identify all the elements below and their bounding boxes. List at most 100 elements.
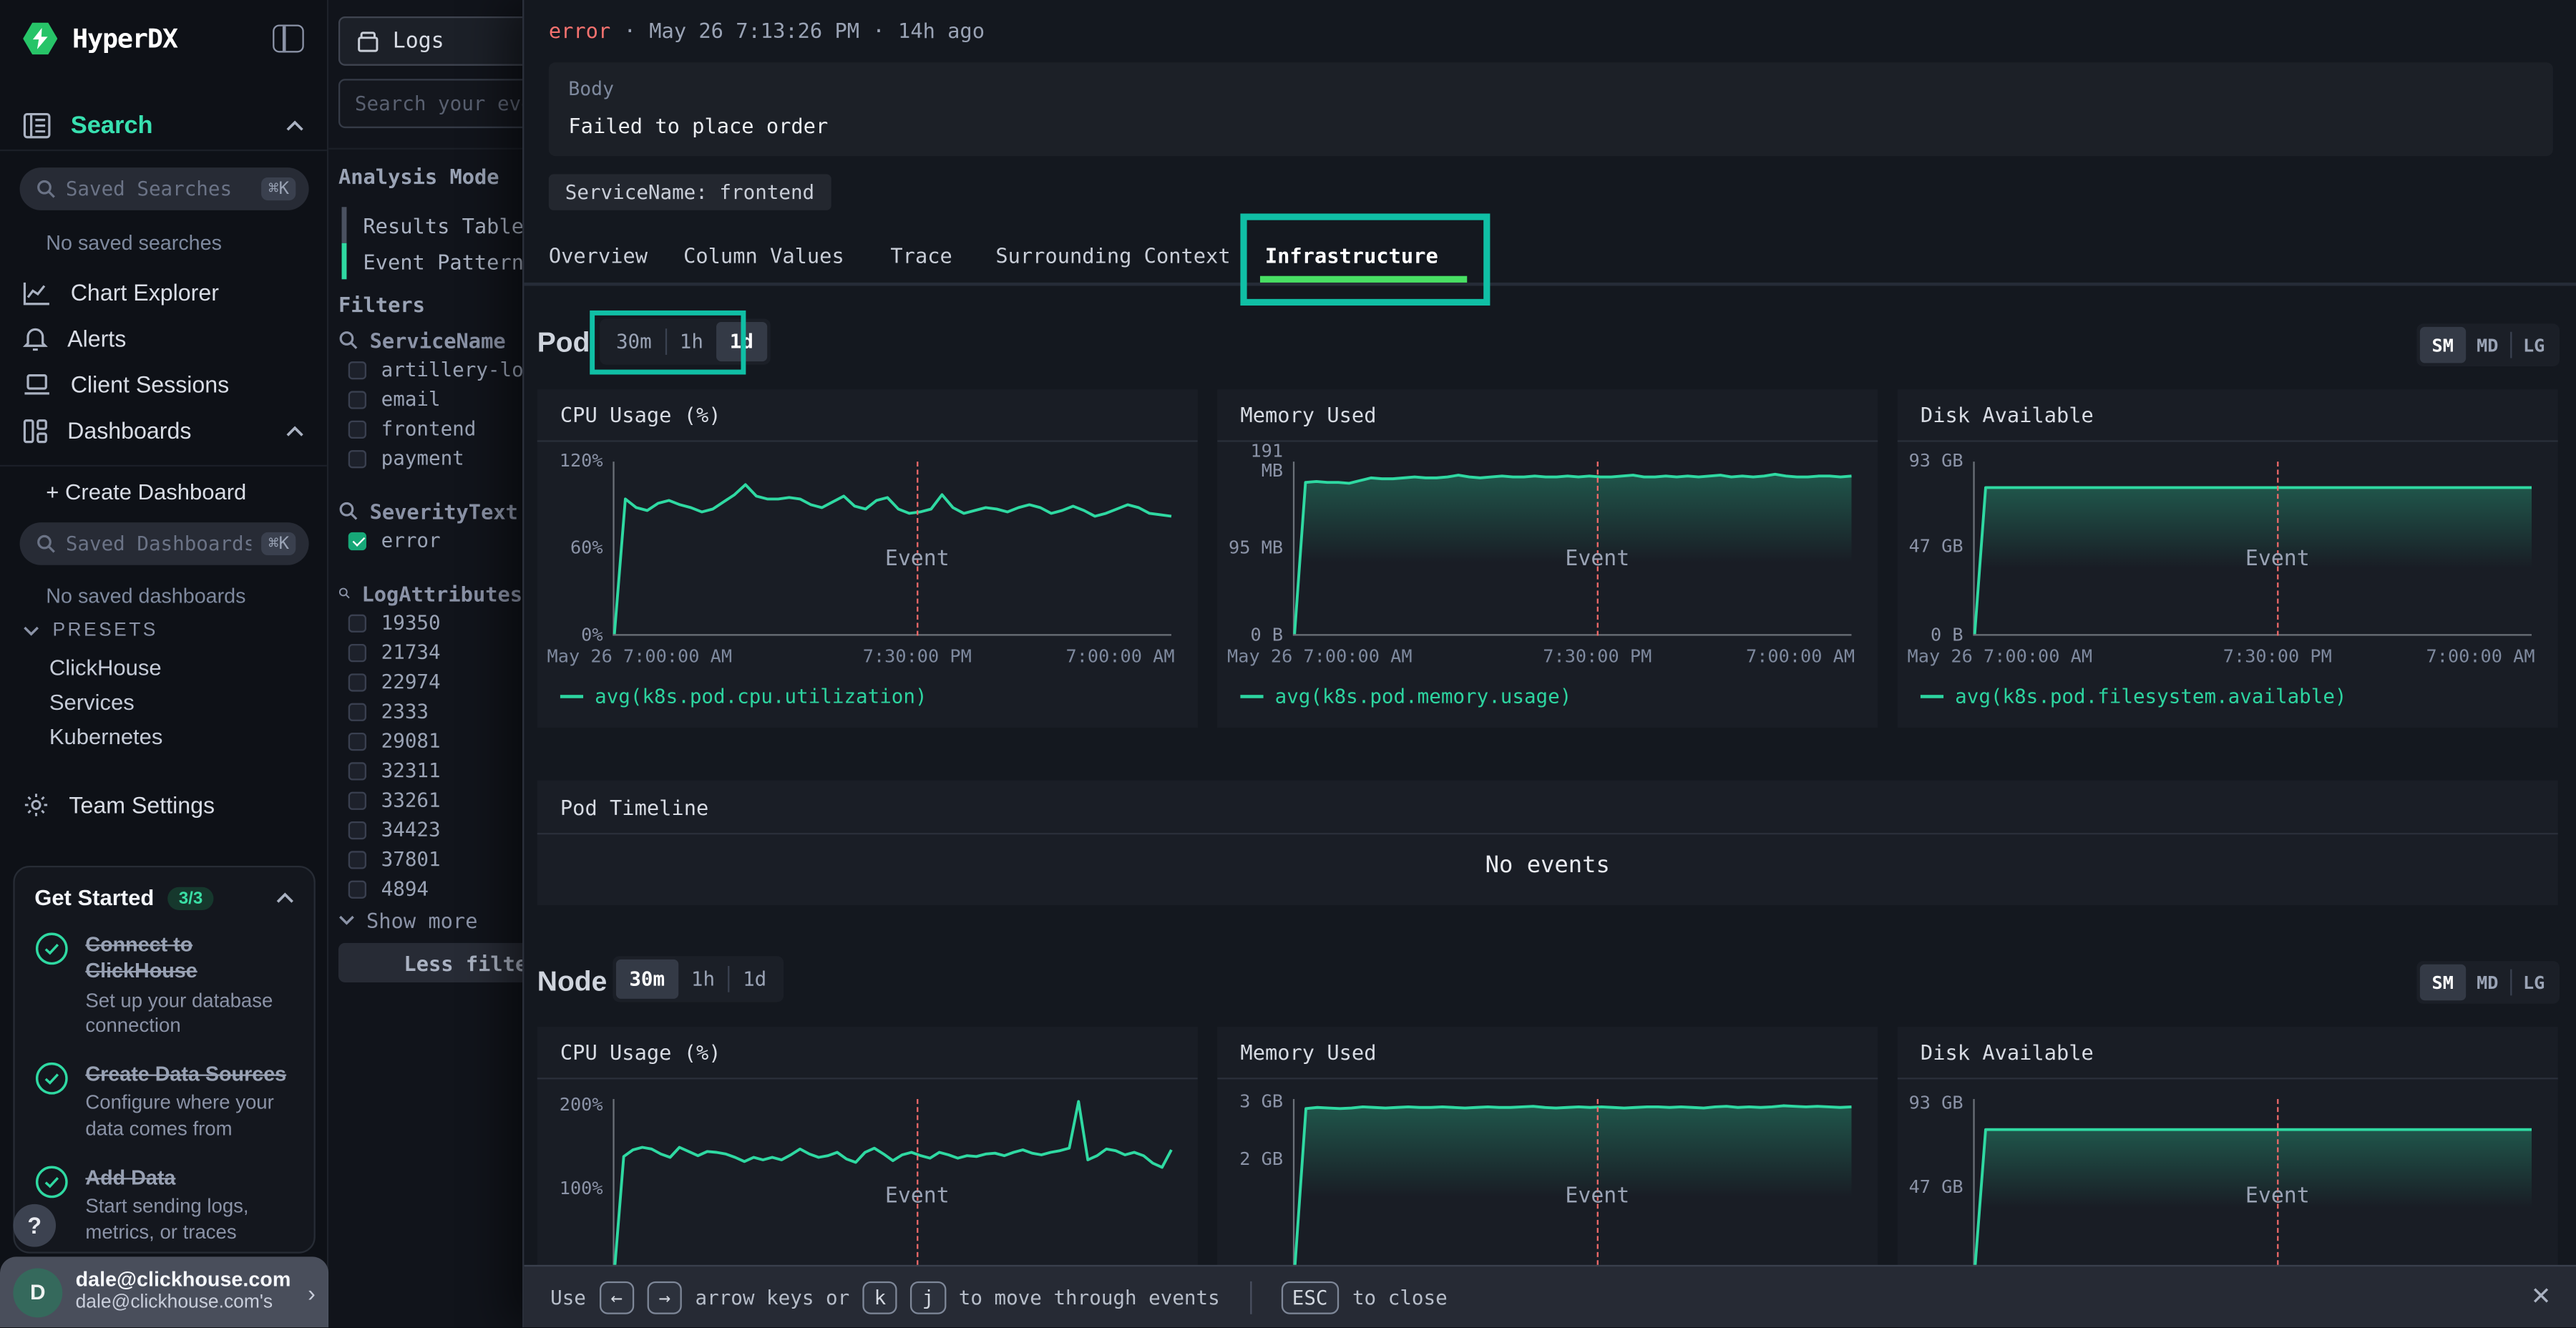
collapse-sidebar-icon[interactable] (273, 24, 304, 52)
mode-results-table[interactable]: Results Table (342, 207, 523, 243)
sidebar-item-chart-explorer[interactable]: Chart Explorer (0, 270, 327, 316)
filter-option-label: 37801 (381, 848, 441, 871)
checkbox[interactable] (348, 614, 366, 632)
size-lg[interactable]: LG (2512, 965, 2557, 1001)
filter-option-frontend[interactable]: frontend (338, 414, 522, 444)
left-arrow-key[interactable]: ← (599, 1281, 634, 1314)
size-sm-active[interactable]: SM (2420, 327, 2465, 363)
node-section-title: Node (537, 966, 608, 999)
y-axis-tick: 95 MB (1217, 540, 1283, 560)
filter-option-22974[interactable]: 22974 (338, 667, 522, 696)
preset-services[interactable]: Services (49, 690, 135, 714)
checkbox-checked[interactable] (348, 532, 366, 550)
range-30m-active[interactable]: 30m (616, 960, 678, 999)
filter-option-34423[interactable]: 34423 (338, 815, 522, 844)
sidebar-item-team-settings[interactable]: Team Settings (23, 792, 215, 819)
x-axis-tick: May 26 7:00:00 AM (547, 645, 733, 667)
hint-text: Use (550, 1286, 586, 1309)
filter-group-logattributes[interactable]: LogAttributes (338, 578, 522, 607)
tab-overview[interactable]: Overview (549, 243, 648, 268)
size-sm-active[interactable]: SM (2420, 965, 2465, 1001)
filter-option-2333[interactable]: 2333 (338, 696, 522, 726)
tab-trace[interactable]: Trace (890, 243, 952, 268)
filter-option-32311[interactable]: 32311 (338, 756, 522, 785)
saved-dashboards-input[interactable]: Saved Dashboards ⌘K (20, 522, 309, 565)
j-key[interactable]: j (911, 1281, 946, 1314)
k-key[interactable]: k (863, 1281, 898, 1314)
event-marker-label: Event (2245, 547, 2310, 572)
y-axis-tick: 93 GB (1898, 1095, 1963, 1115)
event-body-card[interactable]: Body Failed to place order (549, 62, 2553, 156)
check-circle-icon (34, 1165, 69, 1199)
mode-event-patterns[interactable]: Event Patterns (342, 243, 523, 280)
close-icon[interactable]: ✕ (2531, 1281, 2552, 1311)
node-chart-size-toggle: SM MD LG (2417, 961, 2560, 1004)
check-circle-icon (34, 1062, 69, 1096)
filter-option-33261[interactable]: 33261 (338, 785, 522, 814)
filter-option-19350[interactable]: 19350 (338, 607, 522, 637)
get-started-step[interactable]: Connect to ClickHouse Set up your databa… (34, 932, 294, 1040)
size-lg[interactable]: LG (2512, 327, 2557, 363)
chart-legend[interactable]: avg(k8s.pod.memory.usage) (1240, 685, 1571, 708)
filter-option-artillery-loa[interactable]: artillery-loa (338, 355, 522, 384)
filter-group-severitytext[interactable]: SeverityText (338, 496, 522, 525)
tab-surrounding-context[interactable]: Surrounding Context (995, 243, 1230, 268)
presets-section-toggle[interactable]: PRESETS (23, 621, 158, 641)
checkbox[interactable] (348, 643, 366, 661)
checkbox[interactable] (348, 449, 366, 467)
sidebar-item-client-sessions[interactable]: Client Sessions (0, 361, 327, 407)
right-arrow-key[interactable]: → (647, 1281, 682, 1314)
chart-legend[interactable]: avg(k8s.pod.filesystem.available) (1921, 685, 2347, 708)
checkbox[interactable] (348, 420, 366, 438)
sidebar-item-search[interactable]: Search (0, 102, 327, 151)
checkbox[interactable] (348, 361, 366, 379)
filter-option-29081[interactable]: 29081 (338, 726, 522, 756)
help-button[interactable]: ? (13, 1204, 56, 1247)
checkbox[interactable] (348, 390, 366, 408)
filter-option-payment[interactable]: payment (338, 444, 522, 473)
sidebar-item-alerts[interactable]: Alerts (0, 316, 327, 361)
preset-clickhouse[interactable]: ClickHouse (49, 655, 162, 680)
filter-option-21734[interactable]: 21734 (338, 638, 522, 667)
show-more-button[interactable]: Show more (338, 904, 522, 937)
checkbox[interactable] (348, 821, 366, 839)
filter-option-37801[interactable]: 37801 (338, 844, 522, 874)
checkbox[interactable] (348, 850, 366, 868)
service-name-chip[interactable]: ServiceName: frontend (549, 174, 831, 210)
checkbox[interactable] (348, 732, 366, 750)
filter-option-email[interactable]: email (338, 384, 522, 414)
chart-legend[interactable]: avg(k8s.pod.cpu.utilization) (560, 685, 927, 708)
checkbox[interactable] (348, 703, 366, 721)
preset-kubernetes[interactable]: Kubernetes (49, 724, 163, 748)
range-1d[interactable]: 1d (730, 960, 780, 999)
filter-option-error[interactable]: error (338, 526, 522, 555)
filter-option-4894[interactable]: 4894 (338, 874, 522, 903)
filters-label: Filters (338, 293, 425, 317)
saved-searches-input[interactable]: Saved Searches ⌘K (20, 167, 309, 210)
get-started-step[interactable]: Create Data Sources Configure where your… (34, 1062, 294, 1144)
chevron-up-icon[interactable] (276, 892, 294, 904)
y-axis-tick: 93 GB (1898, 451, 1963, 472)
checkbox[interactable] (348, 673, 366, 690)
checkbox[interactable] (348, 791, 366, 809)
range-1h[interactable]: 1h (678, 960, 728, 999)
size-md[interactable]: MD (2465, 965, 2510, 1001)
less-filters-button[interactable]: Less filters (338, 943, 522, 982)
x-axis-tick: 7:30:00 PM (2223, 645, 2332, 667)
user-account-bar[interactable]: D dale@clickhouse.com dale@clickhouse.co… (0, 1256, 328, 1327)
pod-timeline-card: Pod Timeline No events (537, 781, 2558, 905)
tab-column-values[interactable]: Column Values (683, 243, 844, 268)
event-age: 14h ago (898, 18, 985, 42)
checkbox[interactable] (348, 761, 366, 779)
create-dashboard-button[interactable]: + Create Dashboard (46, 479, 246, 504)
brand-logo[interactable]: HyperDX (23, 21, 177, 56)
sidebar: HyperDX Search Saved Searches ⌘K No save… (0, 0, 328, 1327)
esc-key[interactable]: ESC (1281, 1281, 1340, 1314)
sidebar-item-dashboards[interactable]: Dashboards (0, 407, 327, 453)
get-started-step[interactable]: Add Data Start sending logs, metrics, or… (34, 1165, 294, 1247)
event-search-input[interactable]: Search your events (338, 79, 522, 128)
size-md[interactable]: MD (2465, 327, 2510, 363)
filter-group-servicename[interactable]: ServiceName (338, 326, 522, 355)
checkbox[interactable] (348, 879, 366, 897)
source-select-button[interactable]: Logs (338, 16, 522, 66)
